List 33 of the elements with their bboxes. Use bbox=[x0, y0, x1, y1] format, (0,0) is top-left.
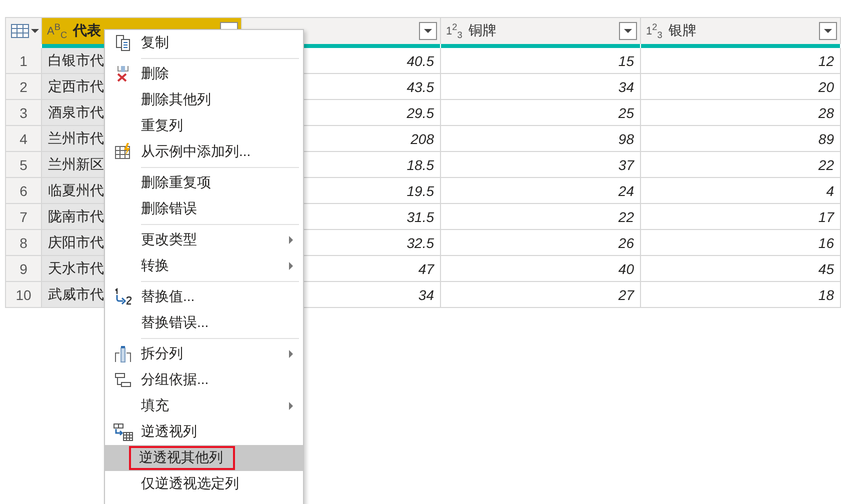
table-cell: 22 bbox=[641, 152, 841, 178]
table-cell: 20 bbox=[641, 74, 841, 100]
row-number: 9 bbox=[6, 256, 42, 282]
row-number: 6 bbox=[6, 178, 42, 204]
row-number: 10 bbox=[6, 282, 42, 308]
table-cell: 24 bbox=[441, 178, 641, 204]
row-number: 7 bbox=[6, 204, 42, 230]
table-cell: 4 bbox=[641, 178, 841, 204]
row-number: 5 bbox=[6, 152, 42, 178]
table-cell: 27 bbox=[441, 282, 641, 308]
table-cell: 25 bbox=[441, 100, 641, 126]
table-cell: 40 bbox=[441, 256, 641, 282]
column-name: 银牌 bbox=[668, 22, 698, 40]
table-cell: 12 bbox=[641, 48, 841, 74]
table-cell: 98 bbox=[441, 126, 641, 152]
row-number: 1 bbox=[6, 48, 42, 74]
table-cell: 26 bbox=[441, 230, 641, 256]
table-cell: 28 bbox=[641, 100, 841, 126]
row-number: 3 bbox=[6, 100, 42, 126]
column-name: 铜牌 bbox=[468, 22, 498, 40]
row-number: 8 bbox=[6, 230, 42, 256]
row-number: 4 bbox=[6, 126, 42, 152]
table-cell: 34 bbox=[441, 74, 641, 100]
table-cell: 22 bbox=[441, 204, 641, 230]
table-cell: 45 bbox=[641, 256, 841, 282]
table-cell: 37 bbox=[441, 152, 641, 178]
table-cell: 17 bbox=[641, 204, 841, 230]
column-name: 代表 bbox=[73, 22, 102, 40]
table-cell: 18 bbox=[641, 282, 841, 308]
table-cell: 15 bbox=[441, 48, 641, 74]
table-cell: 89 bbox=[641, 126, 841, 152]
table-cell: 16 bbox=[641, 230, 841, 256]
row-number: 2 bbox=[6, 74, 42, 100]
